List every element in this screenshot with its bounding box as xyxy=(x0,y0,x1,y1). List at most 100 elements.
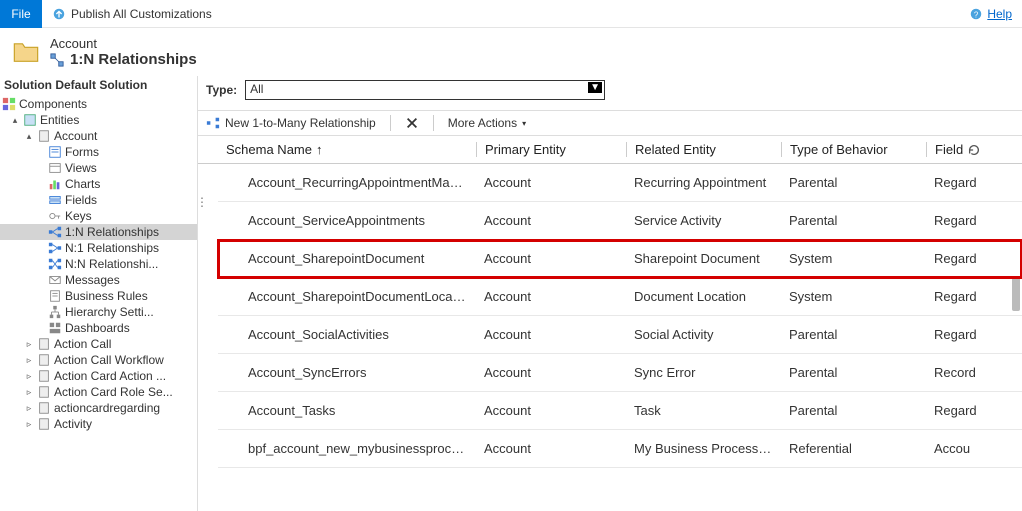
relnn-icon xyxy=(48,257,62,271)
col-related[interactable]: Related Entity xyxy=(626,142,781,157)
tree-components[interactable]: Components xyxy=(0,96,197,112)
entity-icon xyxy=(37,129,51,143)
solution-label: Solution Default Solution xyxy=(0,76,197,94)
col-behavior[interactable]: Type of Behavior xyxy=(781,142,926,157)
tree-actioncardregarding[interactable]: ▹actioncardregarding xyxy=(0,400,197,416)
cell-field: Accou xyxy=(926,441,986,456)
cell-field: Regard xyxy=(926,175,986,190)
publish-all-button[interactable]: Publish All Customizations xyxy=(42,0,222,28)
tree-dashboards[interactable]: Dashboards xyxy=(0,320,197,336)
cell-schema: bpf_account_new_mybusinessprocessflow xyxy=(218,441,476,456)
cell-field: Regard xyxy=(926,213,986,228)
tree-hierarchy[interactable]: Hierarchy Setti... xyxy=(0,304,197,320)
type-dropdown[interactable]: All xyxy=(245,80,605,100)
cell-field: Regard xyxy=(926,251,986,266)
type-label: Type: xyxy=(206,83,237,97)
table-row[interactable]: Account_SyncErrorsAccountSync ErrorParen… xyxy=(218,354,1022,392)
breadcrumb-entity: Account xyxy=(50,36,197,51)
forms-icon xyxy=(48,145,62,159)
messages-icon xyxy=(48,273,62,287)
views-icon xyxy=(48,161,62,175)
col-schema[interactable]: Schema Name ↑ xyxy=(218,142,476,157)
cell-related: Service Activity xyxy=(626,213,781,228)
refresh-icon[interactable] xyxy=(967,143,981,157)
cell-field: Regard xyxy=(926,327,986,342)
publish-label: Publish All Customizations xyxy=(71,7,212,21)
entity-icon xyxy=(37,417,51,431)
cell-related: Task xyxy=(626,403,781,418)
charts-icon xyxy=(48,177,62,191)
tree-actioncall[interactable]: ▹Action Call xyxy=(0,336,197,352)
tree-views[interactable]: Views xyxy=(0,160,197,176)
hierarchy-icon xyxy=(48,305,62,319)
col-primary[interactable]: Primary Entity xyxy=(476,142,626,157)
cell-field: Record xyxy=(926,365,986,380)
cell-behavior: Parental xyxy=(781,175,926,190)
relationship-icon xyxy=(50,53,64,67)
cell-related: Sharepoint Document xyxy=(626,251,781,266)
table-row[interactable]: Account_ServiceAppointmentsAccountServic… xyxy=(218,202,1022,240)
tree-1n-relationships[interactable]: 1:N Relationships xyxy=(0,224,197,240)
tree-actioncard-action[interactable]: ▹Action Card Action ... xyxy=(0,368,197,384)
grid-body[interactable]: Account_RecurringAppointmentMasters Accou… xyxy=(198,164,1022,511)
table-row[interactable]: Account_SocialActivitiesAccountSocial Ac… xyxy=(218,316,1022,354)
nav-tree[interactable]: Components ▴Entities ▴Account Forms View… xyxy=(0,94,197,511)
cell-schema: Account_SocialActivities xyxy=(218,327,476,342)
entity-icon xyxy=(37,369,51,383)
delete-icon xyxy=(405,116,419,130)
table-row[interactable]: Account_SharepointDocumentLocationAccoun… xyxy=(218,278,1022,316)
cell-primary: Account xyxy=(476,289,626,304)
tree-charts[interactable]: Charts xyxy=(0,176,197,192)
toolbar-separator xyxy=(433,115,434,131)
more-actions-dropdown[interactable]: More Actions ▾ xyxy=(448,116,526,130)
tree-forms[interactable]: Forms xyxy=(0,144,197,160)
folder-icon xyxy=(12,38,40,66)
cell-field: Regard xyxy=(926,289,986,304)
cell-schema: Account_RecurringAppointmentMasters xyxy=(218,175,476,190)
column-headers: Schema Name ↑ Primary Entity Related Ent… xyxy=(198,136,1022,164)
expand-icon: ▴ xyxy=(10,115,20,126)
collapse-icon: ▹ xyxy=(24,355,34,366)
delete-button[interactable] xyxy=(405,116,419,130)
cell-schema: Account_SyncErrors xyxy=(218,365,476,380)
tree-business-rules[interactable]: Business Rules xyxy=(0,288,197,304)
cell-behavior: Parental xyxy=(781,327,926,342)
cell-behavior: Parental xyxy=(781,365,926,380)
chevron-down-icon: ▾ xyxy=(522,119,526,128)
tree-keys[interactable]: Keys xyxy=(0,208,197,224)
col-field[interactable]: Field xyxy=(926,142,986,157)
tree-messages[interactable]: Messages xyxy=(0,272,197,288)
tree-actioncard-role[interactable]: ▹Action Card Role Se... xyxy=(0,384,197,400)
help-link[interactable]: ? Help xyxy=(969,7,1022,21)
cell-related: My Business Process F... xyxy=(626,441,781,456)
entity-icon xyxy=(37,353,51,367)
toolbar-separator xyxy=(390,115,391,131)
new-rel-icon xyxy=(206,116,220,130)
table-row[interactable]: bpf_account_new_mybusinessprocessflow Acc… xyxy=(218,430,1022,468)
tree-nn-relationships[interactable]: N:N Relationshi... xyxy=(0,256,197,272)
tree-account[interactable]: ▴Account xyxy=(0,128,197,144)
cell-primary: Account xyxy=(476,365,626,380)
file-menu[interactable]: File xyxy=(0,0,42,28)
new-relationship-button[interactable]: New 1-to-Many Relationship xyxy=(206,116,376,130)
cell-schema: Account_SharepointDocumentLocation xyxy=(218,289,476,304)
cell-behavior: System xyxy=(781,251,926,266)
table-row[interactable]: Account_RecurringAppointmentMastersAccou… xyxy=(218,164,1022,202)
cell-related: Sync Error xyxy=(626,365,781,380)
table-row[interactable]: Account_TasksAccountTaskParentalRegard xyxy=(218,392,1022,430)
components-icon xyxy=(2,97,16,111)
table-row[interactable]: Account_SharepointDocumentAccountSharepo… xyxy=(218,240,1022,278)
cell-primary: Account xyxy=(476,327,626,342)
cell-primary: Account xyxy=(476,403,626,418)
fields-icon xyxy=(48,193,62,207)
tree-n1-relationships[interactable]: N:1 Relationships xyxy=(0,240,197,256)
tree-fields[interactable]: Fields xyxy=(0,192,197,208)
cell-related: Document Location xyxy=(626,289,781,304)
tree-entities[interactable]: ▴Entities xyxy=(0,112,197,128)
tree-actioncall-workflow[interactable]: ▹Action Call Workflow xyxy=(0,352,197,368)
tree-activity[interactable]: ▹Activity xyxy=(0,416,197,432)
cell-schema: Account_Tasks xyxy=(218,403,476,418)
sort-asc-icon: ↑ xyxy=(316,142,323,157)
cell-behavior: Parental xyxy=(781,213,926,228)
expand-icon: ▴ xyxy=(24,131,34,142)
